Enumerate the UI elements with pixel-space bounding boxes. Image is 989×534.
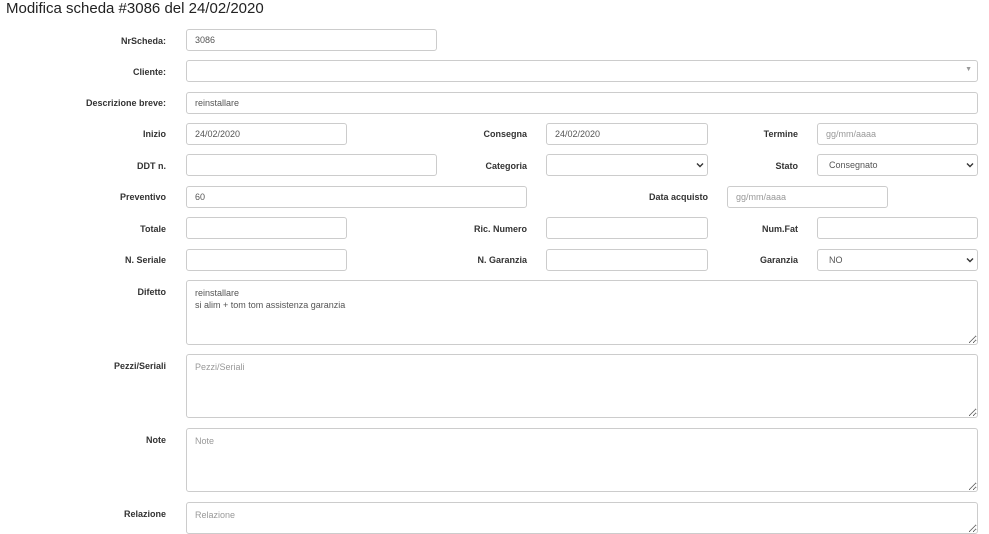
pezzi-seriali-textarea[interactable] xyxy=(186,354,978,418)
descrizione-input[interactable] xyxy=(186,92,978,114)
categoria-select-wrapper[interactable] xyxy=(546,154,708,176)
termine-label: Termine xyxy=(763,129,798,139)
nrscheda-input[interactable] xyxy=(186,29,437,51)
data-acquisto-input[interactable] xyxy=(727,186,888,208)
totale-label: Totale xyxy=(140,224,166,234)
data-acquisto-label: Data acquisto xyxy=(648,192,708,202)
inizio-input[interactable] xyxy=(186,123,347,145)
ric-numero-label: Ric. Numero xyxy=(473,224,527,234)
ddt-label: DDT n. xyxy=(137,161,166,171)
consegna-label: Consegna xyxy=(483,129,527,139)
n-garanzia-label: N. Garanzia xyxy=(477,255,527,265)
difetto-textarea[interactable] xyxy=(186,280,978,345)
cliente-select[interactable] xyxy=(186,60,978,82)
n-garanzia-input[interactable] xyxy=(546,249,708,271)
preventivo-label: Preventivo xyxy=(119,192,166,202)
ric-numero-input[interactable] xyxy=(546,217,708,239)
garanzia-label: Garanzia xyxy=(759,255,798,265)
n-seriale-label: N. Seriale xyxy=(124,255,166,265)
note-textarea[interactable] xyxy=(186,428,978,492)
consegna-input[interactable] xyxy=(546,123,708,145)
pezzi-seriali-label: Pezzi/Seriali xyxy=(113,361,166,371)
nrscheda-label: NrScheda: xyxy=(120,36,166,46)
difetto-label: Difetto xyxy=(137,287,167,297)
preventivo-input[interactable] xyxy=(186,186,527,208)
inizio-label: Inizio xyxy=(143,129,166,139)
totale-input[interactable] xyxy=(186,217,347,239)
stato-label: Stato xyxy=(775,161,799,171)
cliente-label: Cliente: xyxy=(132,67,166,77)
categoria-label: Categoria xyxy=(485,161,527,171)
categoria-select[interactable] xyxy=(546,154,708,176)
stato-select[interactable]: Consegnato xyxy=(817,154,978,176)
stato-select-wrapper[interactable]: Consegnato xyxy=(817,154,978,176)
cliente-select-wrapper[interactable]: ▼ xyxy=(186,60,978,82)
descrizione-label: Descrizione breve: xyxy=(85,98,166,108)
relazione-textarea[interactable] xyxy=(186,502,978,534)
num-fat-label: Num.Fat xyxy=(762,224,798,234)
garanzia-select-wrapper[interactable]: NO xyxy=(817,249,978,271)
ddt-input[interactable] xyxy=(186,154,437,176)
relazione-label: Relazione xyxy=(123,509,166,519)
termine-input[interactable] xyxy=(817,123,978,145)
num-fat-input[interactable] xyxy=(817,217,978,239)
note-label: Note xyxy=(146,435,166,445)
page-title: Modifica scheda #3086 del 24/02/2020 xyxy=(6,0,264,17)
garanzia-select[interactable]: NO xyxy=(817,249,978,271)
n-seriale-input[interactable] xyxy=(186,249,347,271)
